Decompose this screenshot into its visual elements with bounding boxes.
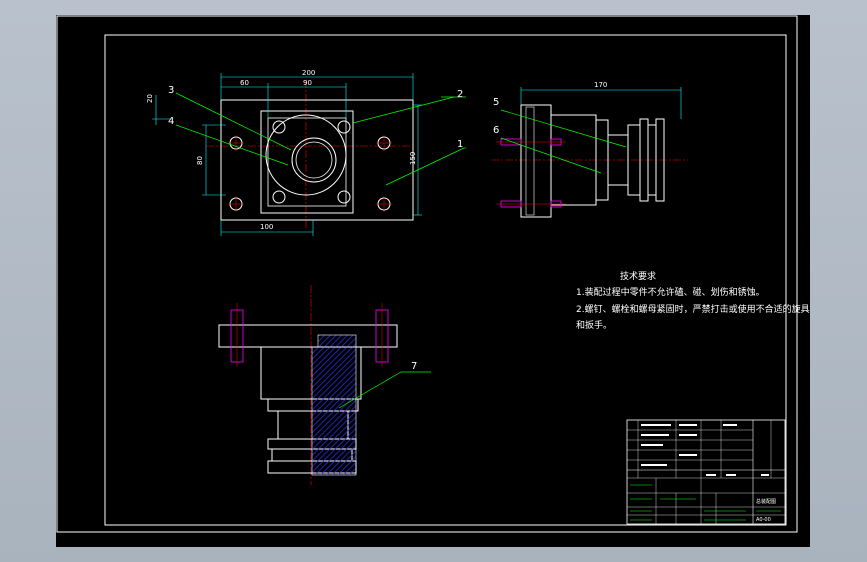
cad-canvas[interactable]: 200 60 90 20 80 100 150 3 4 2 1 170 5 6 …	[56, 15, 810, 547]
dim-offset-a: 60	[240, 79, 249, 87]
label-part-2: 2	[457, 89, 463, 100]
label-part-4: 4	[168, 116, 174, 127]
technical-note-1: 1.装配过程中零件不允许磕、碰、划伤和锈蚀。	[576, 288, 765, 298]
side-view: 170 5 6	[491, 81, 688, 218]
dim-height-right: 150	[409, 152, 417, 165]
technical-notes-title: 技术要求	[620, 272, 657, 282]
dim-width-bottom: 100	[260, 223, 273, 231]
dim-height-mid: 80	[196, 156, 204, 165]
section-view: 7	[218, 285, 431, 485]
label-part-5: 5	[493, 97, 499, 108]
title-code: A0-00	[756, 517, 771, 523]
title-block: 总装配图 A0-00	[626, 419, 786, 525]
technical-note-3: 和扳手。	[576, 321, 613, 331]
label-part-7: 7	[411, 361, 417, 372]
label-part-1: 1	[457, 139, 463, 150]
label-part-3: 3	[168, 85, 174, 96]
technical-note-2: 2.螺钉、螺栓和螺母紧固时，严禁打击或使用不合适的旋具	[576, 305, 810, 315]
hatched-shaft	[311, 346, 357, 476]
dim-side-length: 170	[594, 81, 607, 89]
dim-height-left: 20	[146, 94, 154, 103]
top-view: 200 60 90 20 80 100 150 3 4 2 1	[146, 69, 466, 236]
title-drawing-name: 总装配图	[756, 498, 776, 505]
dim-overall-width: 200	[302, 69, 315, 77]
label-part-6: 6	[493, 125, 499, 136]
assembly-drawing: 200 60 90 20 80 100 150 3 4 2 1 170 5 6 …	[56, 15, 798, 533]
dim-offset-b: 90	[303, 79, 312, 87]
